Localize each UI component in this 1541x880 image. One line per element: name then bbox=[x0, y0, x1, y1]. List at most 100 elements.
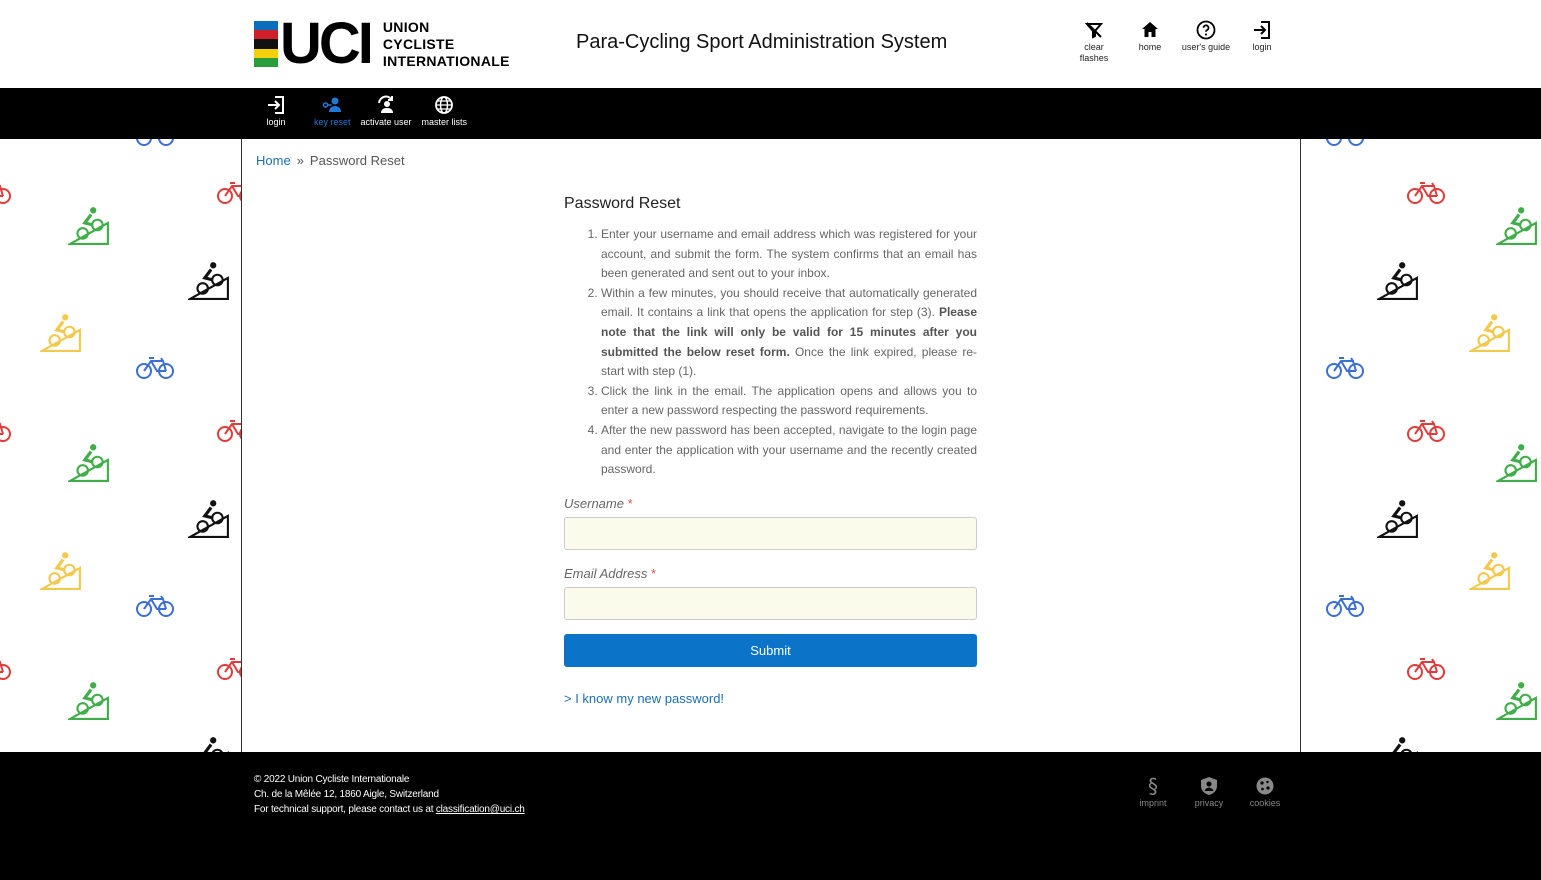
logo-line-3: INTERNATIONALE bbox=[382, 52, 510, 69]
footer-links: § imprint privacy cookies bbox=[1125, 776, 1293, 808]
required-mark: * bbox=[627, 495, 633, 511]
nav-item-label: activate user bbox=[360, 117, 412, 127]
home-icon bbox=[1142, 22, 1158, 37]
breadcrumb-current: Password Reset bbox=[309, 153, 405, 168]
content-border-right bbox=[1300, 139, 1301, 752]
username-field[interactable] bbox=[564, 516, 977, 550]
para-cyclist-icon bbox=[186, 497, 230, 544]
footer-info: © 2022 Union Cycliste Internationale Ch.… bbox=[254, 772, 525, 817]
logo-line-1: UNION bbox=[382, 18, 430, 35]
nav-item-login[interactable]: login bbox=[266, 95, 286, 127]
instructions-list: Enter your username and email address wh… bbox=[564, 225, 977, 480]
para-cyclist-icon bbox=[1494, 679, 1538, 726]
home-button[interactable]: home bbox=[1122, 20, 1178, 64]
nav-item-activate-user[interactable]: activate user bbox=[361, 95, 412, 127]
para-cyclist-icon bbox=[1494, 204, 1538, 251]
bicycle-icon bbox=[135, 592, 175, 623]
key-reset-icon bbox=[323, 97, 342, 112]
instruction-step: After the new password has been accepted… bbox=[601, 421, 977, 480]
para-cyclist-icon bbox=[66, 679, 110, 726]
footer-copyright: © 2022 Union Cycliste Internationale bbox=[254, 774, 410, 785]
login-label: login bbox=[1252, 42, 1272, 52]
bicycle-icon bbox=[0, 417, 12, 448]
app-title: Para-Cycling Sport Administration System bbox=[576, 31, 948, 53]
email-label-text: Email Address bbox=[564, 565, 648, 581]
support-email-link[interactable]: classification@uci.ch bbox=[436, 804, 525, 815]
bicycle-icon bbox=[0, 655, 12, 686]
help-icon bbox=[1196, 20, 1216, 40]
required-mark: * bbox=[650, 565, 657, 581]
footer: © 2022 Union Cycliste Internationale Ch.… bbox=[0, 752, 1541, 880]
para-cyclist-icon bbox=[38, 311, 82, 358]
clear-flashes-icon bbox=[1084, 22, 1104, 39]
section-icon: § bbox=[1148, 776, 1158, 796]
para-cyclist-icon bbox=[1467, 549, 1511, 596]
logo-line-2: CYCLISTE bbox=[382, 35, 455, 52]
bicycle-icon bbox=[1325, 139, 1365, 152]
para-cyclist-icon bbox=[66, 204, 110, 251]
clear-flashes-button[interactable]: clear flashes bbox=[1066, 20, 1122, 64]
breadcrumb-home-link[interactable]: Home bbox=[256, 153, 291, 168]
para-cyclist-icon bbox=[1375, 497, 1419, 544]
bicycle-icon bbox=[135, 354, 175, 385]
para-cyclist-icon bbox=[188, 734, 230, 752]
cookie-icon bbox=[1256, 777, 1274, 795]
nav-item-label: key reset bbox=[314, 117, 351, 127]
login-icon bbox=[1254, 21, 1270, 39]
header: UCI UNION CYCLISTE INTERNATIONALE Para-C… bbox=[0, 0, 1541, 88]
users-guide-label: user's guide bbox=[1181, 42, 1231, 52]
breadcrumb-separator: » bbox=[296, 153, 304, 168]
globe-icon bbox=[435, 96, 454, 114]
logo-text: UNION CYCLISTE INTERNATIONALE bbox=[383, 19, 510, 70]
bicycle-icon bbox=[1325, 354, 1365, 385]
nav-item-master-lists[interactable]: master lists bbox=[421, 95, 468, 127]
privacy-link[interactable]: privacy bbox=[1181, 776, 1237, 808]
bicycle-icon bbox=[1406, 417, 1446, 448]
users-guide-button[interactable]: user's guide bbox=[1178, 20, 1234, 64]
email-label: Email Address * bbox=[564, 566, 977, 581]
step-text: Within a few minutes, you should receive… bbox=[601, 285, 977, 320]
submit-button[interactable]: Submit bbox=[564, 633, 977, 667]
para-cyclist-icon bbox=[1375, 259, 1419, 306]
instruction-step: Click the link in the email. The applica… bbox=[601, 382, 977, 421]
bicycle-icon bbox=[1406, 179, 1446, 210]
bicycle-icon bbox=[1406, 655, 1446, 686]
nav-item-key-reset[interactable]: key reset bbox=[314, 95, 351, 127]
bicycle-icon bbox=[216, 655, 241, 686]
footer-support-text: For technical support, please contact us… bbox=[254, 804, 436, 815]
email-field[interactable] bbox=[564, 586, 977, 620]
para-cyclist-icon bbox=[1377, 734, 1419, 752]
cookies-label: cookies bbox=[1249, 798, 1281, 808]
header-toolbar: clear flashes home user's guide login bbox=[1066, 20, 1290, 64]
para-cyclist-icon bbox=[1467, 311, 1511, 358]
clear-flashes-label: clear flashes bbox=[1079, 42, 1109, 63]
para-cyclist-icon bbox=[186, 259, 230, 306]
bicycle-icon bbox=[216, 179, 241, 210]
main-navbar: login key reset activate user master lis… bbox=[0, 88, 1541, 139]
right-bike-pattern bbox=[1301, 139, 1541, 752]
footer-support: For technical support, please contact us… bbox=[254, 802, 525, 817]
bicycle-icon bbox=[135, 139, 175, 152]
imprint-link[interactable]: § imprint bbox=[1125, 776, 1181, 808]
username-label-text: Username bbox=[564, 495, 624, 511]
privacy-label: privacy bbox=[1194, 798, 1224, 808]
nav-items: login key reset activate user master lis… bbox=[266, 95, 477, 127]
bicycle-icon bbox=[216, 417, 241, 448]
instruction-step: Enter your username and email address wh… bbox=[601, 225, 977, 284]
nav-item-label: master lists bbox=[421, 117, 468, 127]
uci-logo[interactable]: UCI UNION CYCLISTE INTERNATIONALE bbox=[254, 11, 510, 76]
shield-icon bbox=[1201, 777, 1217, 795]
activate-user-icon bbox=[378, 95, 394, 113]
know-password-link[interactable]: > I know my new password! bbox=[564, 691, 977, 706]
para-cyclist-icon bbox=[66, 441, 110, 488]
page-title: Password Reset bbox=[564, 195, 681, 212]
password-reset-panel: Password Reset Enter your username and e… bbox=[564, 195, 977, 706]
svg-text:§: § bbox=[1148, 776, 1158, 796]
login-button-top[interactable]: login bbox=[1234, 20, 1290, 64]
logo-mark: UCI bbox=[280, 11, 374, 76]
para-cyclist-icon bbox=[1494, 441, 1538, 488]
login-icon bbox=[268, 96, 284, 114]
left-bike-pattern bbox=[0, 139, 241, 752]
para-cyclist-icon bbox=[38, 549, 82, 596]
cookies-link[interactable]: cookies bbox=[1237, 776, 1293, 808]
